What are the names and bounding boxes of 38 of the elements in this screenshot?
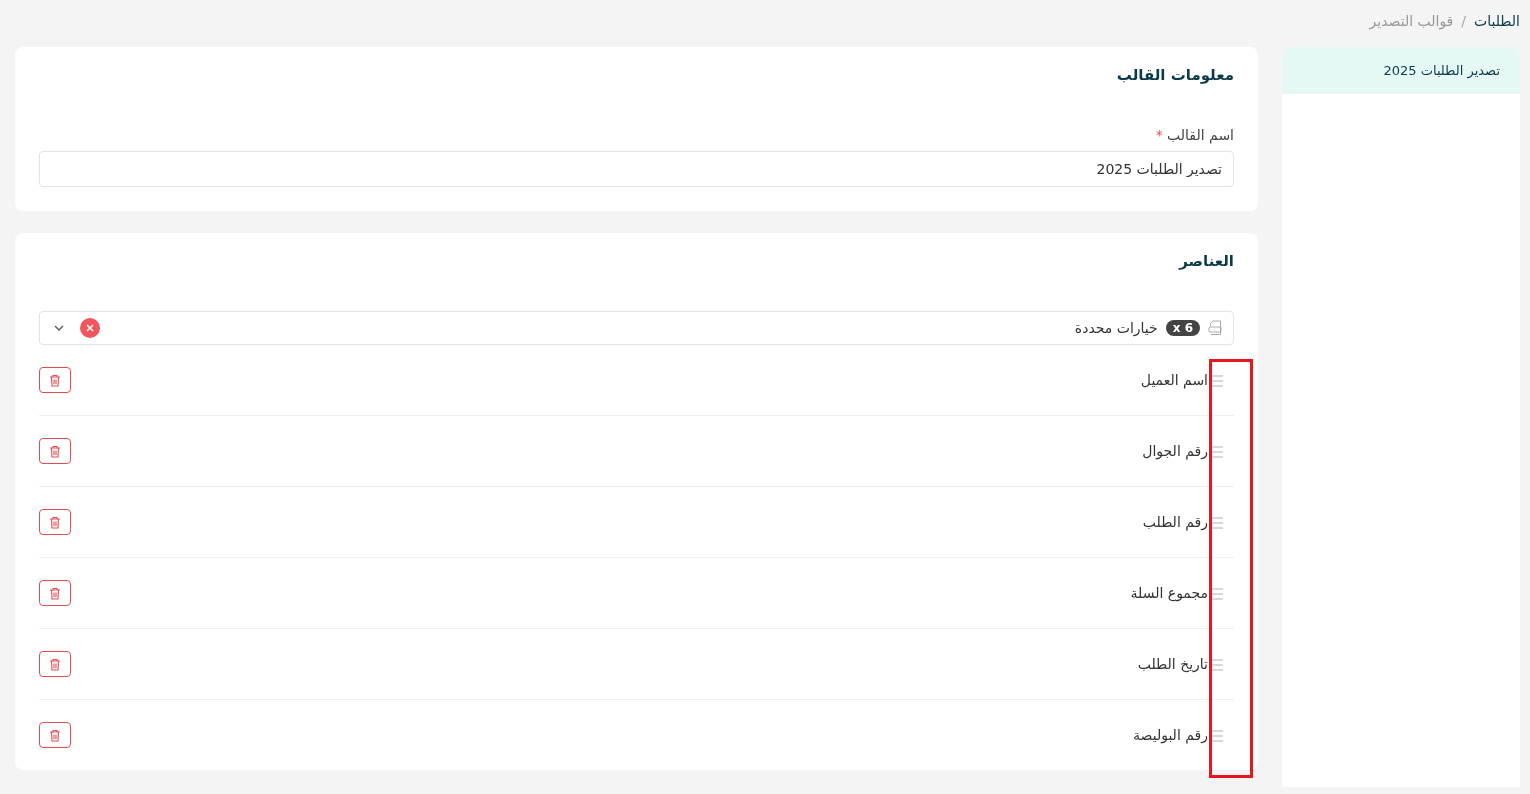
delete-button[interactable] <box>39 722 71 748</box>
trash-icon <box>49 444 61 458</box>
delete-button[interactable] <box>39 509 71 535</box>
close-icon <box>86 324 94 332</box>
trash-icon <box>49 515 61 529</box>
element-label: رقم الجوال <box>1141 443 1208 459</box>
select-text: خيارات محددة <box>1074 320 1158 336</box>
delete-button[interactable] <box>39 367 71 393</box>
element-label: رقم البوليصة <box>1132 727 1208 743</box>
chevron-down-icon[interactable] <box>54 325 64 331</box>
trash-icon <box>49 586 61 600</box>
text-file-icon <box>1208 320 1223 336</box>
breadcrumb-link[interactable]: الطلبات <box>1474 13 1520 29</box>
drag-handle-icon[interactable] <box>1210 445 1224 457</box>
section-title: معلومات القالب <box>1115 65 1234 85</box>
drag-handle-icon[interactable] <box>1210 729 1224 741</box>
count-badge: x 6 <box>1165 320 1200 336</box>
drag-handle-icon[interactable] <box>1210 587 1224 599</box>
delete-button[interactable] <box>39 580 71 606</box>
drag-handle-icon[interactable] <box>1210 658 1224 670</box>
drag-handle-icon[interactable] <box>1210 374 1224 386</box>
template-name-field[interactable]: تصدير الطلبات 2025 <box>39 151 1234 187</box>
delete-button[interactable] <box>39 438 71 464</box>
element-label: مجموع السلة <box>1129 585 1208 601</box>
trash-icon <box>49 373 61 387</box>
element-label: اسم العميل <box>1139 372 1208 388</box>
breadcrumb-current: قوالب التصدير <box>1369 13 1454 29</box>
trash-icon <box>49 728 61 742</box>
element-label: رقم الطلب <box>1141 514 1208 530</box>
element-label: تاريخ الطلب <box>1136 656 1208 672</box>
trash-icon <box>49 657 61 671</box>
delete-button[interactable] <box>39 651 71 677</box>
sidebar-item[interactable]: تصدير الطلبات 2025 <box>1282 47 1520 94</box>
clear-button[interactable] <box>80 318 100 338</box>
section-title: العناصر <box>1177 251 1234 271</box>
field-label: اسم القالب * <box>1154 127 1234 143</box>
breadcrumb-separator: / <box>1461 13 1467 29</box>
drag-handle-icon[interactable] <box>1210 516 1224 528</box>
